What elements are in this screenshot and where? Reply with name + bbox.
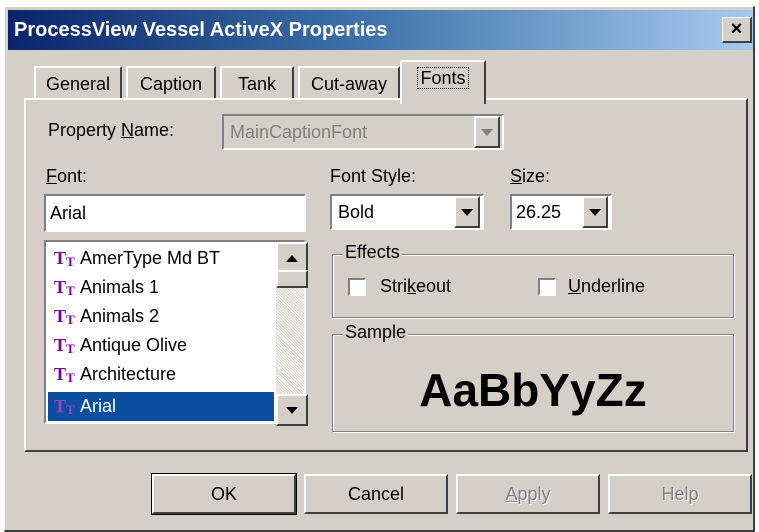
font-style-dropdown-button[interactable]	[454, 196, 480, 228]
strikeout-checkbox[interactable]	[348, 278, 366, 296]
property-name-dropdown-button[interactable]	[474, 116, 500, 148]
truetype-icon: TT	[54, 277, 75, 298]
window-title: ProcessView Vessel ActiveX Properties	[14, 19, 388, 41]
sample-preview-text: AaBbYyZz	[419, 364, 647, 416]
font-style-label: Font Style:	[330, 166, 417, 186]
font-list[interactable]: TT AmerType Md BT TT Animals 1 TT Animals 2…	[44, 240, 308, 426]
size-dropdown-button[interactable]	[582, 196, 608, 228]
list-item-selected[interactable]: TT Arial	[48, 392, 274, 421]
tab-tank[interactable]: Tank	[220, 66, 294, 100]
font-list-scrollbar[interactable]	[276, 242, 308, 426]
font-style-value: Bold	[338, 202, 375, 222]
list-item[interactable]: TT AmerType Md BT	[48, 244, 274, 273]
property-name-dropdown[interactable]: MainCaptionFont	[222, 114, 504, 150]
size-dropdown[interactable]: 26.25	[510, 194, 612, 230]
tab-caption[interactable]: Caption	[126, 66, 216, 100]
tab-fonts[interactable]: Fonts	[400, 60, 486, 104]
underline-label[interactable]: Underline	[568, 276, 645, 297]
list-item[interactable]: TT Antique Olive	[48, 331, 274, 360]
tab-caption-label: Caption	[139, 74, 203, 94]
scroll-down-button[interactable]	[276, 394, 308, 426]
cancel-button[interactable]: Cancel	[304, 474, 448, 514]
tab-general[interactable]: General	[34, 66, 122, 100]
chevron-down-icon	[286, 407, 298, 414]
property-name-value: MainCaptionFont	[230, 122, 368, 142]
chevron-down-icon	[481, 129, 493, 136]
tab-cut-away[interactable]: Cut-away	[298, 66, 400, 100]
font-input[interactable]: Arial	[44, 194, 306, 232]
size-value: 26.25	[516, 202, 562, 222]
chevron-down-icon	[461, 209, 473, 216]
font-input-value: Arial	[50, 203, 87, 223]
truetype-icon: TT	[54, 335, 75, 356]
tab-tank-label: Tank	[237, 74, 277, 94]
list-item[interactable]: TT Architecture	[48, 360, 274, 389]
truetype-icon: TT	[54, 364, 75, 385]
truetype-icon: TT	[54, 396, 75, 417]
list-item[interactable]: TT Animals 2	[48, 302, 274, 331]
close-button[interactable]: ×	[722, 17, 752, 43]
help-button[interactable]: Help	[608, 474, 752, 514]
effects-label: Effects	[343, 242, 402, 263]
underline-checkbox[interactable]	[538, 278, 556, 296]
sample-label: Sample	[343, 322, 409, 343]
list-item[interactable]: TT Animals 1	[48, 273, 274, 302]
tab-general-label: General	[45, 74, 111, 94]
truetype-icon: TT	[54, 306, 75, 327]
strikeout-label[interactable]: Strikeout	[380, 276, 451, 297]
truetype-icon: TT	[54, 248, 75, 269]
chevron-up-icon	[286, 255, 298, 262]
property-name-label: Property Name:	[48, 120, 175, 140]
ok-button[interactable]: OK	[151, 473, 297, 515]
font-label: Font:	[46, 166, 88, 186]
scroll-thumb[interactable]	[276, 270, 308, 288]
tab-fonts-label: Fonts	[417, 67, 469, 89]
size-label: Size:	[510, 166, 551, 186]
chevron-down-icon	[589, 209, 601, 216]
tab-cut-away-label: Cut-away	[310, 74, 388, 94]
font-style-dropdown[interactable]: Bold	[330, 194, 484, 230]
apply-button[interactable]: Apply	[456, 474, 600, 514]
